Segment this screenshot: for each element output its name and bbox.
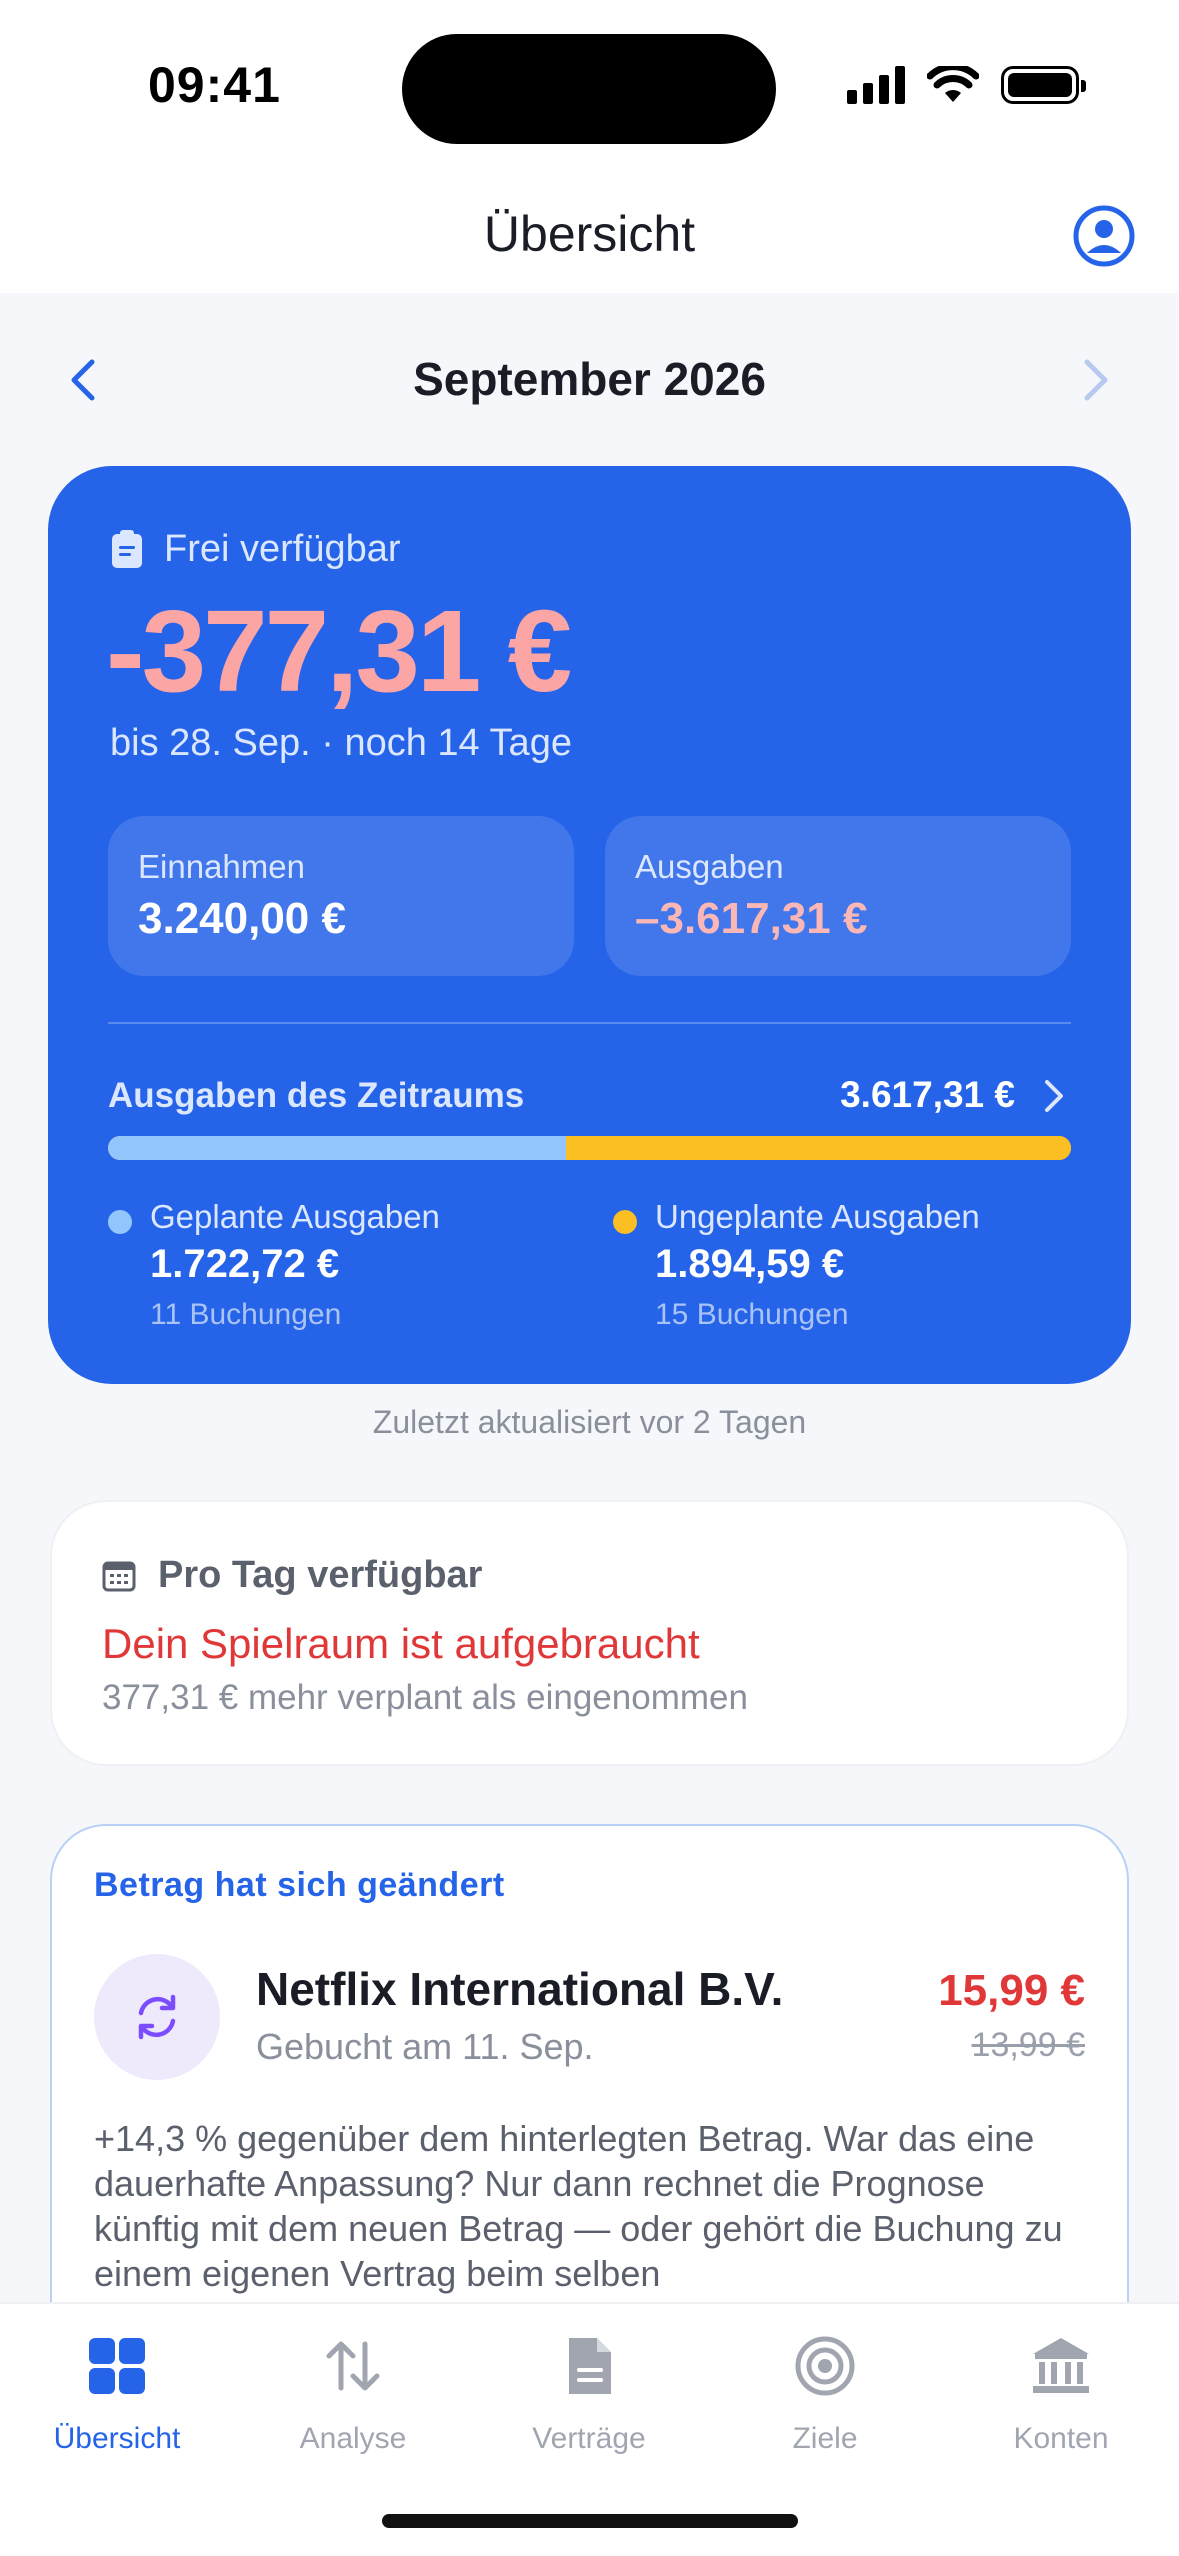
status-time: 09:41 <box>148 57 281 113</box>
unplanned-value: 1.894,59 € <box>655 1242 845 1286</box>
tab-ziele[interactable]: Ziele <box>725 2334 925 2474</box>
change-tag: Betrag hat sich geändert <box>94 1866 505 1904</box>
tab-label: Analyse <box>299 2422 407 2455</box>
available-amount: -377,31 € <box>106 586 572 716</box>
chevron-right-icon <box>1045 1080 1063 1112</box>
per-day-alert: Dein Spielraum ist aufgebraucht <box>102 1620 700 1667</box>
unplanned-segment <box>566 1136 1071 1160</box>
grid-icon <box>89 2338 145 2394</box>
tab-vertraege[interactable]: Verträge <box>489 2334 689 2474</box>
available-label: Frei verfügbar <box>164 528 401 570</box>
period-value: 3.617,31 € <box>840 1074 1015 1115</box>
page-title: Übersicht <box>483 206 696 262</box>
tab-label: Übersicht <box>53 2422 181 2455</box>
calendar-icon <box>102 1561 136 1591</box>
new-price: 15,99 € <box>938 1966 1085 2015</box>
cellular-signal-icon <box>847 66 905 104</box>
planned-label: Geplante Ausgaben <box>150 1198 440 1235</box>
status-bar: 09:41 <box>0 0 1179 175</box>
wifi-icon <box>927 66 979 102</box>
month-label: September 2026 <box>413 353 766 405</box>
nav-header: Übersicht <box>0 175 1179 293</box>
bank-icon <box>1033 2338 1089 2393</box>
target-icon <box>795 2336 855 2396</box>
battery-icon <box>1001 66 1086 104</box>
tab-label: Konten <box>1013 2422 1109 2455</box>
home-indicator <box>382 2514 798 2528</box>
booking-date: Gebucht am 11. Sep. <box>256 2026 594 2067</box>
income-label: Einnahmen <box>138 848 305 885</box>
last-updated-text: Zuletzt aktualisiert vor 2 Tagen <box>372 1404 807 1440</box>
expense-value: –3.617,31 € <box>635 894 868 943</box>
income-value: 3.240,00 € <box>138 894 346 943</box>
clipboard-icon <box>112 529 142 568</box>
document-icon <box>569 2338 611 2394</box>
card-divider <box>108 1022 1071 1024</box>
period-label: Ausgaben des Zeitraums <box>108 1076 525 1115</box>
per-day-card[interactable]: Pro Tag verfügbar Dein Spielraum ist auf… <box>50 1500 1129 1766</box>
tab-analyse[interactable]: Analyse <box>253 2334 453 2474</box>
period-expenses-row[interactable]: Ausgaben des Zeitraums 3.617,31 € <box>108 1070 1071 1130</box>
change-description: +14,3 % gegenüber dem hinterlegten Betra… <box>94 2118 1063 2294</box>
available-header: Frei verfügbar <box>110 528 401 571</box>
per-day-label: Pro Tag verfügbar <box>158 1554 483 1596</box>
chevron-right-icon[interactable] <box>1069 350 1119 410</box>
tab-uebersicht[interactable]: Übersicht <box>17 2334 217 2474</box>
recurring-icon <box>138 1994 176 2040</box>
merchant-avatar <box>94 1954 220 2080</box>
status-icons <box>847 66 1086 104</box>
available-period: bis 28. Sep. · noch 14 Tage <box>110 722 572 764</box>
tab-label: Verträge <box>532 2422 646 2455</box>
arrows-updown-icon <box>326 2341 380 2391</box>
expense-box[interactable]: Ausgaben –3.617,31 € <box>605 816 1071 976</box>
unplanned-label: Ungeplante Ausgaben <box>655 1198 980 1235</box>
per-day-header: Pro Tag verfügbar <box>102 1554 482 1597</box>
unplanned-count: 15 Buchungen <box>655 1298 849 1331</box>
planned-dot <box>108 1210 132 1234</box>
old-price: 13,99 € <box>971 2026 1085 2064</box>
planned-value: 1.722,72 € <box>150 1242 340 1286</box>
expense-label: Ausgaben <box>635 848 784 885</box>
merchant-name: Netflix International B.V. <box>256 1963 784 2015</box>
income-box[interactable]: Einnahmen 3.240,00 € <box>108 816 574 976</box>
tab-konten[interactable]: Konten <box>961 2334 1161 2474</box>
per-day-sub: 377,31 € mehr verplant als eingenommen <box>102 1678 748 1717</box>
available-summary-card[interactable]: Frei verfügbar -377,31 € bis 28. Sep. · … <box>48 466 1131 1384</box>
unplanned-dot <box>613 1210 637 1234</box>
planned-count: 11 Buchungen <box>150 1298 342 1331</box>
planned-segment <box>108 1136 567 1160</box>
tab-label: Ziele <box>792 2422 858 2455</box>
expense-progress-bar <box>108 1136 1071 1160</box>
dynamic-island <box>402 34 776 144</box>
month-selector: September 2026 <box>0 340 1179 420</box>
profile-icon[interactable] <box>1073 205 1135 267</box>
